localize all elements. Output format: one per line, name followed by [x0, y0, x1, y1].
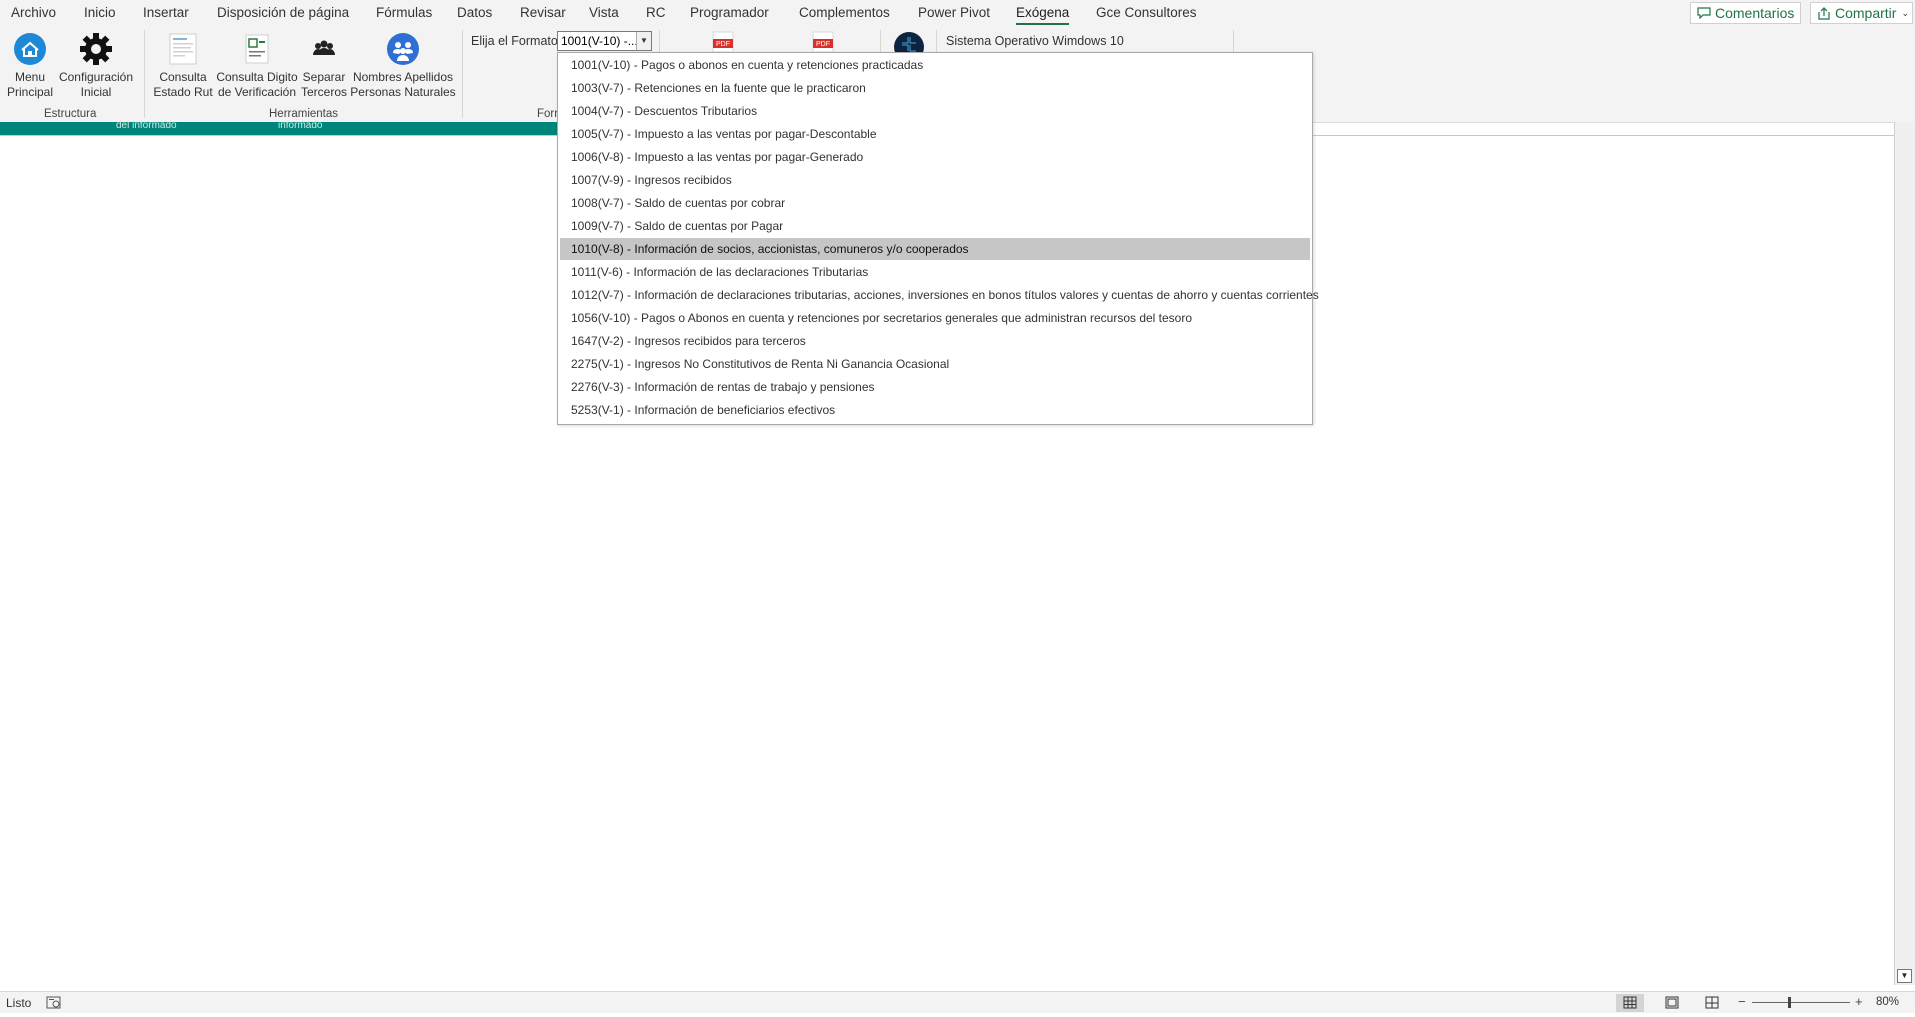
dropdown-option[interactable]: 2275(V-1) - Ingresos No Constitutivos de… [560, 353, 1310, 375]
band-text-1: del informado [116, 120, 177, 131]
pdf-icon[interactable]: PDF [710, 30, 736, 54]
macro-record-icon[interactable] [46, 996, 62, 1009]
share-icon [1818, 6, 1830, 20]
dropdown-option[interactable]: 5253(V-1) - Información de beneficiarios… [560, 399, 1310, 421]
dropdown-option[interactable]: 1003(V-7) - Retenciones en la fuente que… [560, 77, 1310, 99]
ribbon-separator [144, 30, 145, 118]
status-ready: Listo [6, 996, 32, 1010]
nombres-apellidos-button[interactable]: Nombres Apellidos Personas Naturales [348, 32, 458, 100]
tab-programador[interactable]: Programador [690, 5, 769, 20]
zoom-in-button[interactable]: + [1855, 994, 1863, 1009]
tab-exogena[interactable]: Exógena [1016, 5, 1070, 25]
tab-power-pivot[interactable]: Power Pivot [918, 5, 990, 20]
dropdown-option[interactable]: 1006(V-8) - Impuesto a las ventas por pa… [560, 146, 1310, 168]
chevron-down-icon: ⌄ [1901, 7, 1910, 18]
menu-principal-label-2: Principal [6, 85, 54, 99]
group-label-estructura: Estructura [44, 108, 97, 120]
consulta-digito-label-1: Consulta Digito [216, 70, 298, 84]
tab-complementos[interactable]: Complementos [799, 5, 890, 20]
dropdown-option[interactable]: 1647(V-2) - Ingresos recibidos para terc… [560, 330, 1310, 352]
tab-archivo[interactable]: Archivo [11, 5, 56, 20]
separar-terceros-label-1: Separar [302, 70, 346, 84]
comments-label: Comentarios [1715, 5, 1795, 21]
svg-text:PDF: PDF [716, 41, 730, 48]
gear-icon [80, 33, 112, 65]
format-label: Elija el Formato [471, 34, 558, 48]
users-icon [313, 40, 335, 55]
certificate-icon [245, 34, 269, 64]
comments-button[interactable]: Comentarios [1690, 2, 1801, 24]
share-button[interactable]: Compartir ⌄ [1810, 2, 1913, 24]
tab-disposicion-pagina[interactable]: Disposición de página [217, 5, 349, 20]
dropdown-option[interactable]: 2276(V-3) - Información de rentas de tra… [560, 376, 1310, 398]
pdf-icon[interactable]: PDF [810, 30, 836, 54]
comment-icon [1697, 7, 1711, 19]
dropdown-option[interactable]: 1056(V-10) - Pagos o Abonos en cuenta y … [560, 307, 1310, 329]
menu-principal-label-1: Menu [14, 70, 46, 84]
zoom-out-button[interactable]: − [1738, 994, 1746, 1009]
group-label-formato: Forr [537, 108, 559, 120]
tab-insertar[interactable]: Insertar [143, 5, 189, 20]
dropdown-option[interactable]: 1009(V-7) - Saldo de cuentas por Pagar [560, 215, 1310, 237]
configuracion-inicial-label-2: Inicial [80, 85, 112, 99]
format-combobox[interactable]: 1001(V-10) -... ▼ [557, 31, 652, 51]
consulta-estado-rut-label-1: Consulta [159, 70, 207, 84]
chevron-down-icon[interactable]: ▼ [636, 32, 651, 50]
configuracion-inicial-label-1: Configuración [58, 70, 134, 84]
people-group-icon [387, 33, 419, 65]
ribbon-tab-bar: Archivo Inicio Insertar Disposición de p… [0, 0, 1915, 26]
document-preview-icon [169, 33, 197, 65]
group-label-herramientas: Herramientas [269, 108, 339, 120]
vertical-scrollbar[interactable]: ▼ [1894, 122, 1915, 985]
separar-terceros-button[interactable]: Separar Terceros [298, 32, 350, 100]
dropdown-option[interactable]: 1011(V-6) - Información de las declaraci… [560, 261, 1310, 283]
normal-view-button[interactable] [1616, 994, 1644, 1012]
tab-revisar[interactable]: Revisar [520, 5, 566, 20]
tab-vista[interactable]: Vista [589, 5, 619, 20]
nombres-apellidos-label-2: Personas Naturales [350, 85, 456, 99]
share-label: Compartir [1835, 5, 1897, 21]
os-label: Sistema Operativo Wimdows 10 [946, 34, 1124, 48]
dropdown-option[interactable]: 1005(V-7) - Impuesto a las ventas por pa… [560, 123, 1310, 145]
configuracion-inicial-button[interactable]: Configuración Inicial [56, 32, 136, 100]
windows-logo-icon [894, 32, 924, 53]
consulta-estado-rut-label-2: Estado Rut [153, 85, 213, 99]
tab-rc[interactable]: RC [646, 5, 666, 20]
dropdown-option[interactable]: 1008(V-7) - Saldo de cuentas por cobrar [560, 192, 1310, 214]
page-break-view-button[interactable] [1698, 994, 1726, 1012]
tab-datos[interactable]: Datos [457, 5, 492, 20]
tab-inicio[interactable]: Inicio [84, 5, 116, 20]
menu-principal-button[interactable]: Menu Principal [2, 32, 58, 100]
svg-text:PDF: PDF [816, 41, 830, 48]
status-bar: Listo − + 80% [0, 991, 1915, 1013]
dropdown-option-selected[interactable]: 1010(V-8) - Información de socios, accio… [560, 238, 1310, 260]
page-layout-view-button[interactable] [1658, 994, 1686, 1012]
consulta-digito-button[interactable]: Consulta Digito de Verificación [214, 32, 300, 100]
consulta-digito-label-2: de Verificación [217, 85, 297, 99]
separar-terceros-label-2: Terceros [300, 85, 347, 99]
tab-formulas[interactable]: Fórmulas [376, 5, 432, 20]
tab-gce-consultores[interactable]: Gce Consultores [1096, 5, 1197, 20]
page-break-icon [1705, 996, 1719, 1009]
zoom-slider-thumb[interactable] [1788, 997, 1791, 1008]
scroll-down-arrow-icon[interactable]: ▼ [1897, 969, 1912, 983]
band-text-2: informado [278, 120, 323, 131]
grid-view-icon [1623, 996, 1637, 1009]
dropdown-option[interactable]: 1007(V-9) - Ingresos recibidos [560, 169, 1310, 191]
home-icon [14, 33, 46, 65]
dropdown-option[interactable]: 1012(V-7) - Información de declaraciones… [560, 284, 1319, 306]
page-layout-icon [1665, 996, 1679, 1009]
ribbon-separator [462, 30, 463, 118]
dropdown-option[interactable]: 1001(V-10) - Pagos o abonos en cuenta y … [560, 54, 1310, 76]
dropdown-option[interactable]: 1004(V-7) - Descuentos Tributarios [560, 100, 1310, 122]
zoom-level[interactable]: 80% [1876, 996, 1899, 1008]
nombres-apellidos-label-1: Nombres Apellidos [352, 70, 454, 84]
consulta-estado-rut-button[interactable]: Consulta Estado Rut [150, 32, 216, 100]
format-combobox-value: 1001(V-10) -... [561, 34, 638, 48]
zoom-slider-track[interactable] [1752, 1002, 1850, 1003]
format-dropdown-list[interactable]: 1001(V-10) - Pagos o abonos en cuenta y … [557, 52, 1319, 425]
